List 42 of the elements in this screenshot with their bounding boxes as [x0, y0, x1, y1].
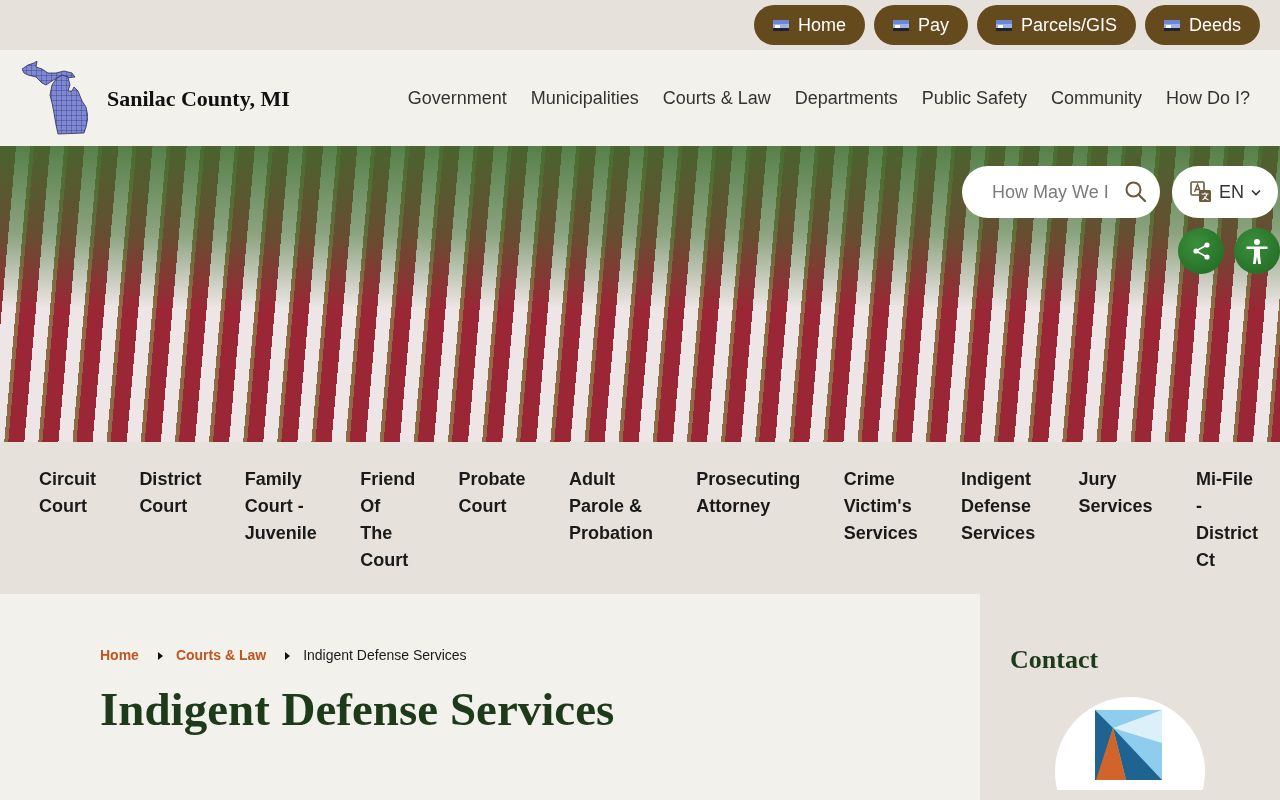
- search-field[interactable]: How May We I: [962, 166, 1160, 218]
- nav-link[interactable]: Community: [1050, 84, 1142, 112]
- nav-link[interactable]: Government: [407, 84, 507, 112]
- quick-link-button[interactable]: Parcels/GIS: [976, 5, 1136, 45]
- section-link[interactable]: Family Court - Juvenile: [244, 466, 317, 547]
- share-icon: [1192, 242, 1210, 260]
- translate-icon: [1190, 181, 1212, 203]
- image-icon: [995, 19, 1012, 31]
- nav-link[interactable]: Departments: [794, 84, 898, 112]
- chevron-down-icon: [1251, 188, 1261, 196]
- section-link[interactable]: Circuit Court: [39, 466, 96, 520]
- accessibility-icon: [1246, 238, 1268, 264]
- section-link[interactable]: Indigent Defense Services: [961, 466, 1036, 547]
- language-button[interactable]: EN: [1172, 166, 1278, 218]
- page-title: Indigent Defense Services: [100, 684, 615, 736]
- section-link[interactable]: District Court: [139, 466, 202, 520]
- caret-right-icon: [157, 651, 163, 660]
- section-link[interactable]: Jury Services: [1078, 466, 1153, 520]
- section-link[interactable]: Mi-File - District Ct: [1195, 466, 1258, 574]
- site-name: Sanilac County, MI: [107, 84, 290, 113]
- breadcrumb-link[interactable]: Home: [100, 645, 139, 666]
- nav-link[interactable]: Courts & Law: [662, 84, 771, 112]
- section-link[interactable]: Adult Parole & Probation: [568, 466, 653, 547]
- section-link[interactable]: Crime Victim's Services: [843, 466, 918, 547]
- quick-link-button[interactable]: Deeds: [1144, 5, 1260, 45]
- breadcrumb-current: Indigent Defense Services: [303, 646, 467, 665]
- contact-heading: Contact: [1010, 644, 1099, 676]
- section-link[interactable]: Prosecuting Attorney: [696, 466, 801, 520]
- image-icon: [772, 19, 789, 31]
- breadcrumb-link[interactable]: Courts & Law: [175, 645, 267, 666]
- image-icon: [892, 19, 909, 31]
- quick-link-button[interactable]: Pay: [873, 5, 968, 45]
- image-icon: [1163, 19, 1180, 31]
- section-link[interactable]: Friend Of The Court: [360, 466, 416, 574]
- search-icon[interactable]: [1125, 181, 1146, 202]
- state-map-logo[interactable]: [22, 61, 88, 135]
- nav-link[interactable]: How Do I?: [1165, 84, 1250, 112]
- caret-right-icon: [285, 651, 291, 660]
- section-link[interactable]: Probate Court: [458, 466, 526, 520]
- nav-link[interactable]: Public Safety: [921, 84, 1027, 112]
- nav-link[interactable]: Municipalities: [530, 84, 639, 112]
- quick-link-button[interactable]: Home: [753, 5, 865, 45]
